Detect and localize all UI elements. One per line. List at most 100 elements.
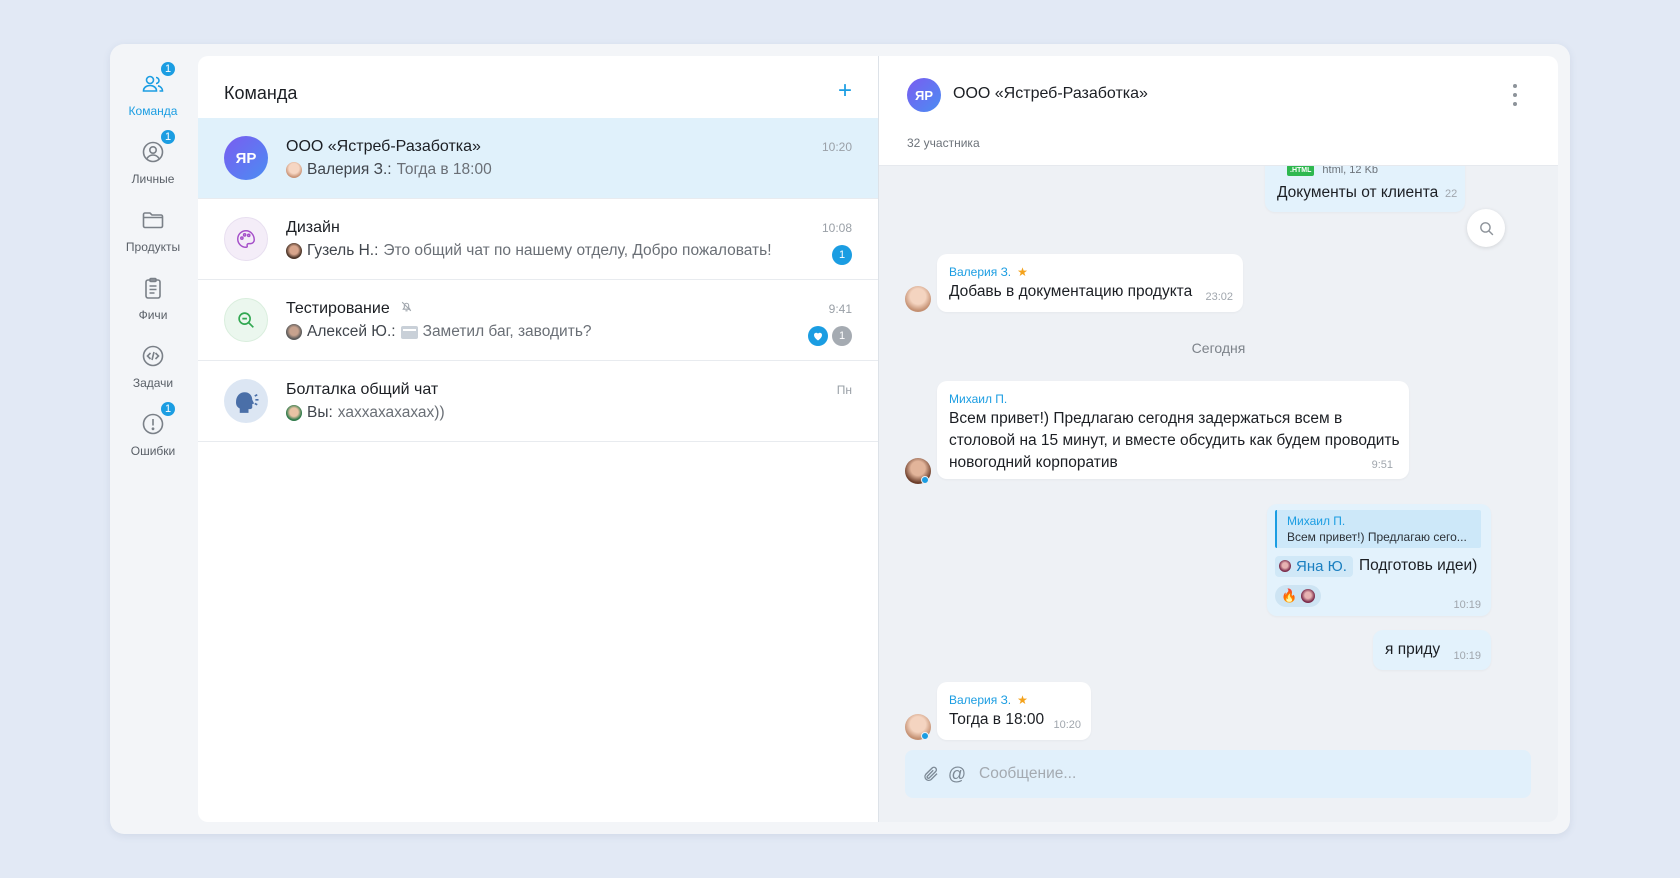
quote-text: Всем привет!) Предлагаю сего...: [1287, 530, 1467, 544]
chat-preview: Вы: хаххахахахах)): [286, 404, 445, 422]
search-button[interactable]: [1467, 209, 1505, 247]
chat-name: Тестирование: [286, 300, 413, 318]
chat-row[interactable]: Тестирование Алексей Ю.: Заметил баг, за…: [198, 280, 878, 361]
rail-label: Личные: [131, 172, 175, 186]
message-time: 10:19: [1453, 650, 1481, 662]
clipboard-icon: [139, 274, 167, 302]
quote-author: Михаил П.: [1287, 514, 1346, 528]
author-name: Валерия З.: [949, 693, 1012, 707]
chat-row[interactable]: Дизайн Гузель Н.: Это общий чат по нашем…: [198, 199, 878, 280]
preview-text: Тогда в 18:00: [396, 161, 492, 178]
message-text: Всем привет!) Предлагаю сегодня задержат…: [949, 408, 1400, 474]
avatar[interactable]: [905, 286, 931, 312]
date-separator: Сегодня: [1191, 340, 1246, 356]
chat-badges: 1: [832, 245, 852, 265]
message-bubble[interactable]: Валерия З. ★ Добавь в документацию продук…: [937, 254, 1243, 312]
sender-avatar: [286, 405, 302, 421]
heart-icon: [808, 326, 828, 346]
rail-badge: 1: [159, 400, 177, 418]
conversation-panel: ЯР ООО «Ястреб-Разаботка» 32 участника .…: [878, 56, 1558, 822]
rail-badge: 1: [159, 128, 177, 146]
chat-time: 10:20: [821, 140, 852, 154]
fire-reaction-icon: 🔥: [1281, 588, 1298, 603]
card-icon: [400, 325, 418, 339]
code-icon: [139, 342, 167, 370]
chat-time: 9:41: [828, 302, 852, 316]
message-content: Яна Ю. Подготовь идеи): [1275, 555, 1477, 577]
left-rail: 1 Команда 1 Личные Продукты Фичи Задачи …: [110, 44, 196, 834]
rail-item-errors[interactable]: 1 Ошибки: [110, 400, 196, 472]
conversation-avatar: ЯР: [907, 78, 941, 112]
rail-badge: 1: [159, 60, 177, 78]
reaction-avatar: [1301, 589, 1316, 603]
mention-chip[interactable]: Яна Ю.: [1275, 555, 1353, 577]
reply-message[interactable]: Михаил П. Всем привет!) Предлагаю сего..…: [1267, 504, 1491, 616]
unread-badge: 1: [832, 326, 852, 346]
rail-item-tasks[interactable]: Задачи: [110, 342, 196, 404]
attach-icon[interactable]: [921, 764, 941, 784]
message-composer: @: [905, 750, 1531, 798]
rail-item-features[interactable]: Фичи: [110, 274, 196, 336]
rail-label: Фичи: [138, 308, 168, 322]
mention-icon[interactable]: @: [947, 764, 967, 784]
chat-preview: Валерия З.: Тогда в 18:00: [286, 161, 492, 179]
online-indicator: [921, 476, 929, 484]
chat-preview: Алексей Ю.: Заметил баг, заводить?: [286, 323, 592, 341]
mention-avatar: [1279, 560, 1291, 572]
rail-label: Ошибки: [130, 444, 176, 458]
message-bubble[interactable]: Валерия З. ★ Тогда в 18:00 10:20: [937, 682, 1091, 740]
chat-time: 10:08: [821, 221, 852, 235]
palette-icon: [224, 217, 268, 261]
online-indicator: [921, 732, 929, 740]
app-window: 1 Команда 1 Личные Продукты Фичи Задачи …: [110, 44, 1570, 834]
more-options-icon[interactable]: [1512, 84, 1518, 106]
rail-label: Задачи: [132, 376, 174, 390]
html-file-icon: .HTML: [1287, 164, 1315, 176]
quoted-message[interactable]: Михаил П. Всем привет!) Предлагаю сего..…: [1275, 510, 1481, 548]
error-icon: 1: [139, 400, 177, 438]
message-time: 22: [1445, 188, 1458, 200]
team-icon: 1: [139, 60, 177, 98]
preview-sender: Алексей Ю.:: [307, 323, 396, 340]
chat-row[interactable]: ЯР ООО «Ястреб-Разаботка» Валерия З.: То…: [198, 118, 878, 199]
rail-item-team[interactable]: 1 Команда: [110, 60, 196, 132]
preview-text: Это общий чат по нашему отделу, Добро по…: [383, 242, 772, 259]
message-line: новогодний корпоратив: [949, 454, 1118, 471]
chat-row[interactable]: Болталка общий чат Вы: хаххахахахах)) Пн: [198, 361, 878, 442]
message-input[interactable]: [979, 765, 1479, 783]
message-text: я приду: [1385, 641, 1441, 658]
search-icon: [1479, 221, 1493, 235]
preview-sender: Гузель Н.:: [307, 242, 379, 259]
preview-text: хаххахахахах)): [337, 404, 445, 421]
personal-icon: 1: [139, 128, 177, 166]
sender-avatar: [286, 324, 302, 340]
rail-item-products[interactable]: Продукты: [110, 206, 196, 268]
message-text: Добавь в документацию продукта: [949, 283, 1193, 300]
conversation-members[interactable]: 32 участника: [907, 136, 980, 150]
unread-badge: 1: [832, 245, 852, 265]
speaking-head-icon: [224, 379, 268, 423]
conversation-title: ООО «Ястреб-Разаботка»: [953, 85, 1148, 102]
add-chat-button[interactable]: +: [838, 71, 852, 103]
chat-time: Пн: [836, 383, 852, 397]
message-author[interactable]: Валерия З. ★: [949, 265, 1028, 279]
preview-text: Заметил баг, заводить?: [422, 323, 592, 340]
chat-avatar: ЯР: [224, 136, 268, 180]
message-line: Всем привет!) Предлагаю сегодня задержат…: [949, 410, 1343, 427]
rail-label: Продукты: [125, 240, 181, 254]
message-time: 9:51: [1371, 459, 1393, 471]
search-bug-icon: [224, 298, 268, 342]
message-author[interactable]: Валерия З. ★: [949, 693, 1028, 707]
chat-name: Болталка общий чат: [286, 381, 439, 398]
message-bubble[interactable]: Михаил П. Всем привет!) Предлагаю сегодн…: [937, 381, 1409, 479]
mute-icon: [400, 300, 413, 318]
message-author[interactable]: Михаил П.: [949, 392, 1007, 406]
message-text: Тогда в 18:00: [949, 711, 1045, 728]
chat-name-text: Тестирование: [286, 300, 390, 318]
author-name: Валерия З.: [949, 265, 1012, 279]
reactions[interactable]: 🔥: [1275, 585, 1322, 607]
message-bubble[interactable]: я приду 10:19: [1373, 630, 1491, 670]
rail-item-personal[interactable]: 1 Личные: [110, 128, 196, 200]
chat-preview: Гузель Н.: Это общий чат по нашему отдел…: [286, 242, 772, 260]
message-time: 23:02: [1205, 291, 1233, 303]
